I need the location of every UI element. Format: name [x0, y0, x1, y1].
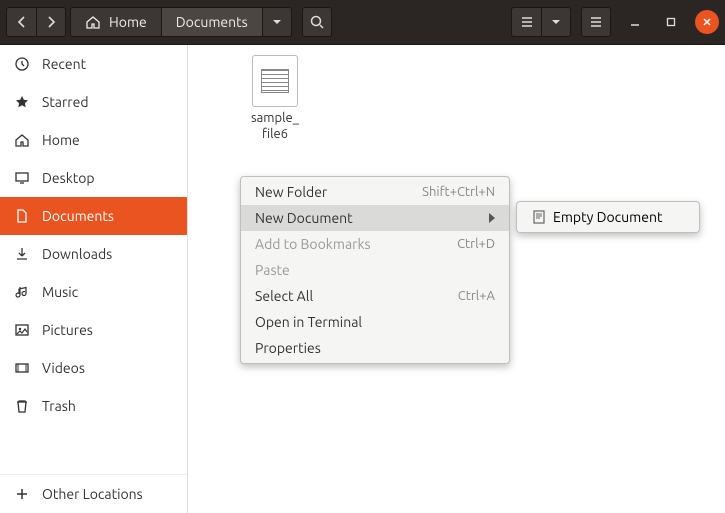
sidebar-item-starred[interactable]: Starred: [0, 83, 187, 121]
menu-open-in-terminal[interactable]: Open in Terminal: [241, 309, 509, 335]
sidebar-item-pictures[interactable]: Pictures: [0, 311, 187, 349]
search-icon: [309, 14, 325, 30]
forward-button[interactable]: [36, 7, 66, 37]
menu-paste: Paste: [241, 257, 509, 283]
maximize-icon: [666, 17, 676, 27]
headerbar: Home Documents: [0, 0, 725, 45]
text-file-icon: [252, 55, 298, 107]
desktop-icon: [14, 170, 30, 186]
sidebar-item-recent[interactable]: Recent: [0, 45, 187, 83]
menu-icon: [588, 14, 604, 30]
menu-item-label: Properties: [255, 340, 321, 356]
home-icon: [85, 14, 101, 30]
submenu-item-label: Empty Document: [553, 209, 662, 225]
back-button[interactable]: [6, 7, 36, 37]
documents-icon: [14, 208, 30, 224]
file-label: sample_ file6: [230, 111, 320, 142]
trash-icon: [14, 398, 30, 414]
menu-item-label: Select All: [255, 288, 313, 304]
sidebar-item-label: Music: [42, 284, 78, 300]
home-icon: [14, 132, 30, 148]
videos-icon: [14, 360, 30, 376]
menu-properties[interactable]: Properties: [241, 335, 509, 361]
menu-item-label: New Document: [255, 210, 353, 226]
menu-item-accel: Ctrl+A: [458, 289, 495, 303]
submenu-new-document: Empty Document: [516, 201, 700, 233]
menu-item-label: New Folder: [255, 184, 327, 200]
menu-new-document[interactable]: New Document: [241, 205, 509, 231]
chevron-right-icon: [43, 14, 59, 30]
breadcrumb-current-label: Documents: [176, 14, 248, 30]
menu-item-accel: Ctrl+D: [457, 237, 495, 251]
file-item[interactable]: sample_ file6: [230, 55, 320, 142]
sidebar-item-label: Other Locations: [42, 486, 143, 502]
sidebar-item-label: Documents: [42, 208, 114, 224]
nav-group: [6, 7, 66, 37]
sidebar-item-desktop[interactable]: Desktop: [0, 159, 187, 197]
menu-select-all[interactable]: Select All Ctrl+A: [241, 283, 509, 309]
plus-icon: [14, 486, 30, 502]
star-icon: [14, 94, 30, 110]
menu-add-to-bookmarks: Add to Bookmarks Ctrl+D: [241, 231, 509, 257]
breadcrumb-current[interactable]: Documents: [161, 7, 262, 37]
caret-down-icon: [548, 14, 564, 30]
close-button[interactable]: [695, 10, 719, 34]
view-dropdown-button[interactable]: [541, 7, 571, 37]
close-icon: [702, 17, 712, 27]
sidebar-item-label: Desktop: [42, 170, 95, 186]
sidebar-item-documents[interactable]: Documents: [0, 197, 187, 235]
sidebar-item-downloads[interactable]: Downloads: [0, 235, 187, 273]
menu-item-label: Add to Bookmarks: [255, 236, 371, 252]
sidebar-item-label: Videos: [42, 360, 85, 376]
submenu-arrow-icon: [489, 213, 495, 223]
breadcrumb-home[interactable]: Home: [70, 7, 161, 37]
sidebar-item-label: Home: [42, 132, 80, 148]
sidebar-item-trash[interactable]: Trash: [0, 387, 187, 425]
breadcrumb-bar: Home Documents: [70, 7, 292, 37]
menu-item-accel: Shift+Ctrl+N: [422, 185, 495, 199]
sidebar-item-videos[interactable]: Videos: [0, 349, 187, 387]
search-button[interactable]: [302, 7, 332, 37]
context-menu: New Folder Shift+Ctrl+N New Document Add…: [240, 176, 510, 364]
breadcrumb-home-label: Home: [109, 14, 147, 30]
hamburger-button[interactable]: [581, 7, 611, 37]
pictures-icon: [14, 322, 30, 338]
sidebar-item-label: Recent: [42, 56, 86, 72]
menu-new-folder[interactable]: New Folder Shift+Ctrl+N: [241, 179, 509, 205]
minimize-icon: [630, 17, 640, 27]
sidebar-item-label: Trash: [42, 398, 76, 414]
chevron-left-icon: [14, 14, 30, 30]
view-group: [511, 7, 571, 37]
maximize-button[interactable]: [659, 10, 683, 34]
caret-down-icon: [269, 14, 285, 30]
sidebar-item-label: Starred: [42, 94, 89, 110]
minimize-button[interactable]: [623, 10, 647, 34]
sidebar-item-other-locations[interactable]: Other Locations: [0, 475, 187, 513]
breadcrumb-dropdown[interactable]: [262, 7, 292, 37]
music-icon: [14, 284, 30, 300]
submenu-empty-document[interactable]: Empty Document: [517, 204, 699, 230]
download-icon: [14, 246, 30, 262]
menu-item-label: Paste: [255, 262, 290, 278]
menu-item-label: Open in Terminal: [255, 314, 362, 330]
list-view-button[interactable]: [511, 7, 541, 37]
list-icon: [519, 14, 535, 30]
clock-icon: [14, 56, 30, 72]
sidebar-item-label: Downloads: [42, 246, 112, 262]
sidebar: Recent Starred Home Desktop Documents Do…: [0, 45, 188, 513]
sidebar-item-music[interactable]: Music: [0, 273, 187, 311]
document-icon: [531, 209, 547, 225]
sidebar-item-label: Pictures: [42, 322, 93, 338]
sidebar-item-home[interactable]: Home: [0, 121, 187, 159]
